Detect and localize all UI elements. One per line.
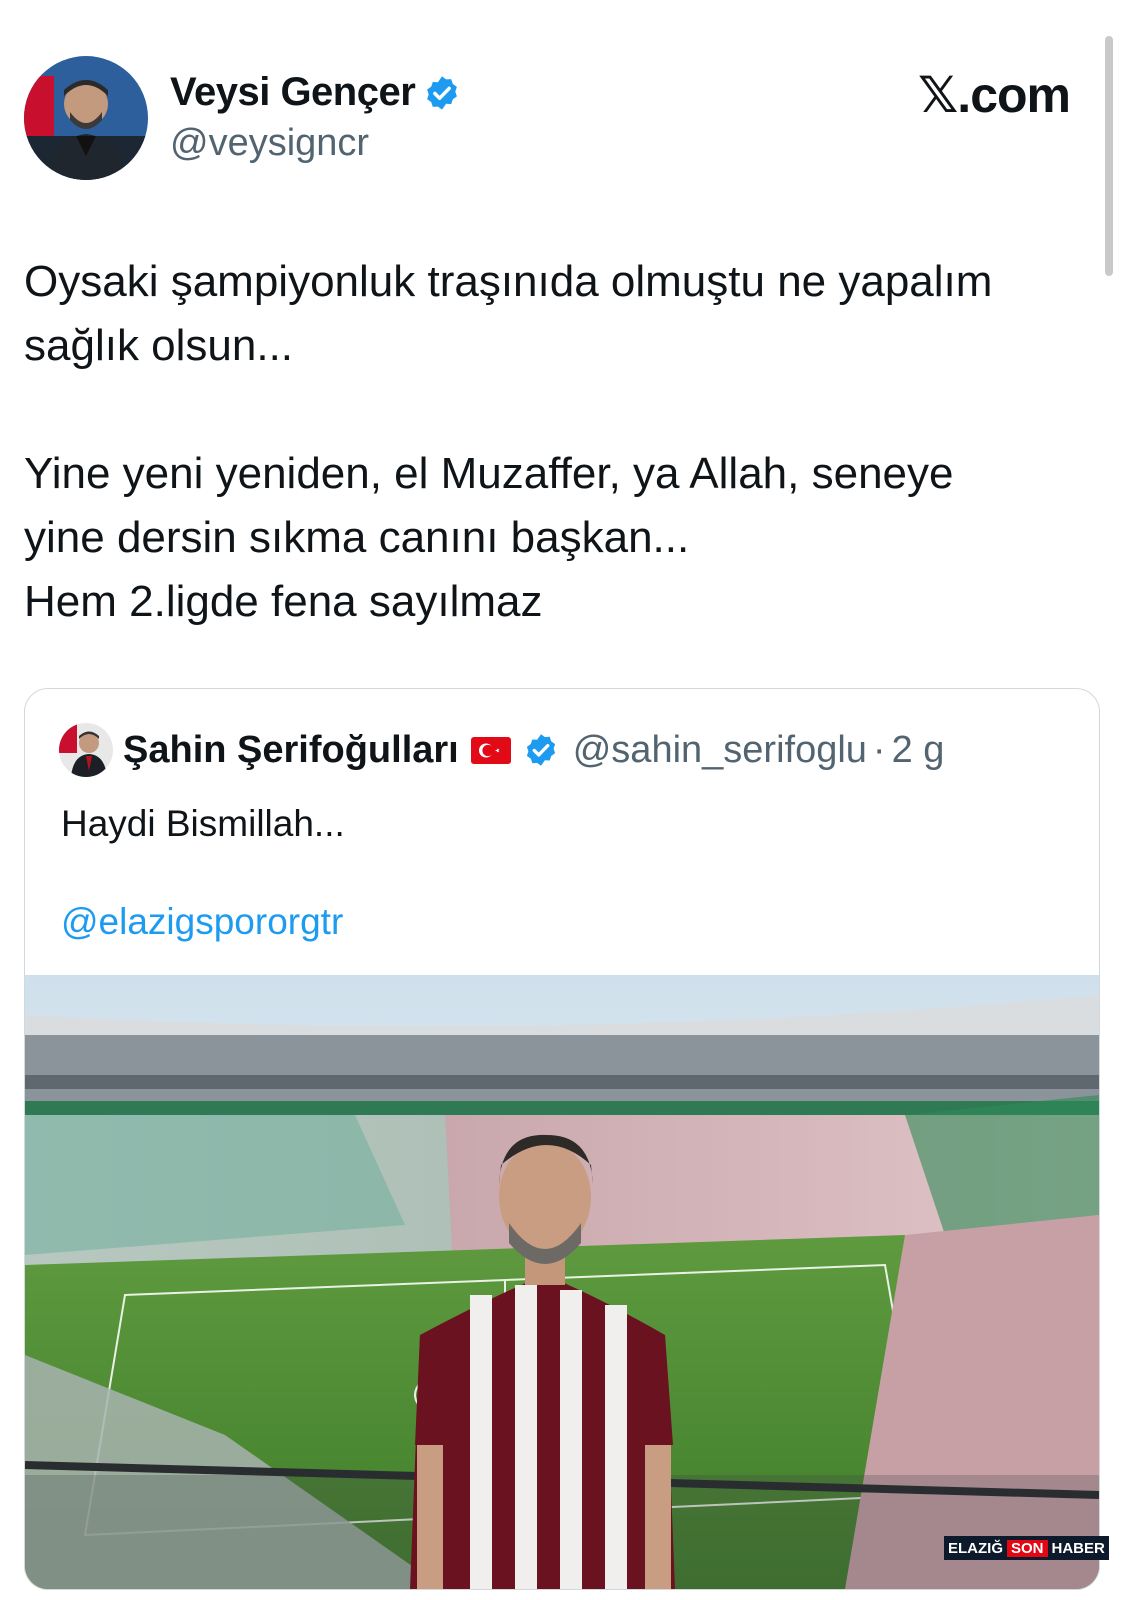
quoted-tweet[interactable]: Şahin Şerifoğulları @sahin_serifoglu · 2…	[24, 688, 1100, 1590]
quoted-tweet-text: Haydi Bismillah...	[61, 803, 345, 844]
quoted-author-name[interactable]: Şahin Şerifoğulları	[123, 729, 459, 772]
mention-link[interactable]: @elazigspororgtr	[61, 901, 343, 943]
separator-dot: ·	[872, 728, 886, 771]
verified-badge-icon	[423, 74, 461, 112]
verified-badge-icon	[523, 732, 559, 768]
quoted-tweet-header: Şahin Şerifoğulları @sahin_serifoglu · 2…	[59, 723, 944, 777]
author-name[interactable]: Veysi Gençer	[170, 70, 416, 115]
watermark-part1: ELAZIĞ	[948, 1539, 1003, 1557]
tweet-text: Oysaki şampiyonluk traşınıda olmuştu ne …	[24, 257, 993, 626]
author-avatar[interactable]	[24, 56, 148, 180]
quoted-tweet-time[interactable]: 2 g	[892, 729, 945, 772]
x-logo[interactable]: 𝕏.com	[918, 66, 1071, 124]
tweet-header: Veysi Gençer @veysigncr 𝕏.com	[24, 56, 1124, 180]
watermark: ELAZIĞ SON HABER	[944, 1536, 1109, 1560]
quoted-author-handle[interactable]: @sahin_serifoglu	[573, 729, 867, 772]
author-handle[interactable]: @veysigncr	[170, 122, 369, 165]
watermark-part3: HABER	[1051, 1539, 1105, 1557]
stadium-photo[interactable]	[25, 975, 1099, 1589]
author-name-row: Veysi Gençer	[170, 70, 461, 115]
watermark-part2: SON	[1007, 1539, 1048, 1557]
turkish-flag-icon	[470, 736, 511, 764]
quoted-author-avatar[interactable]	[59, 723, 113, 777]
